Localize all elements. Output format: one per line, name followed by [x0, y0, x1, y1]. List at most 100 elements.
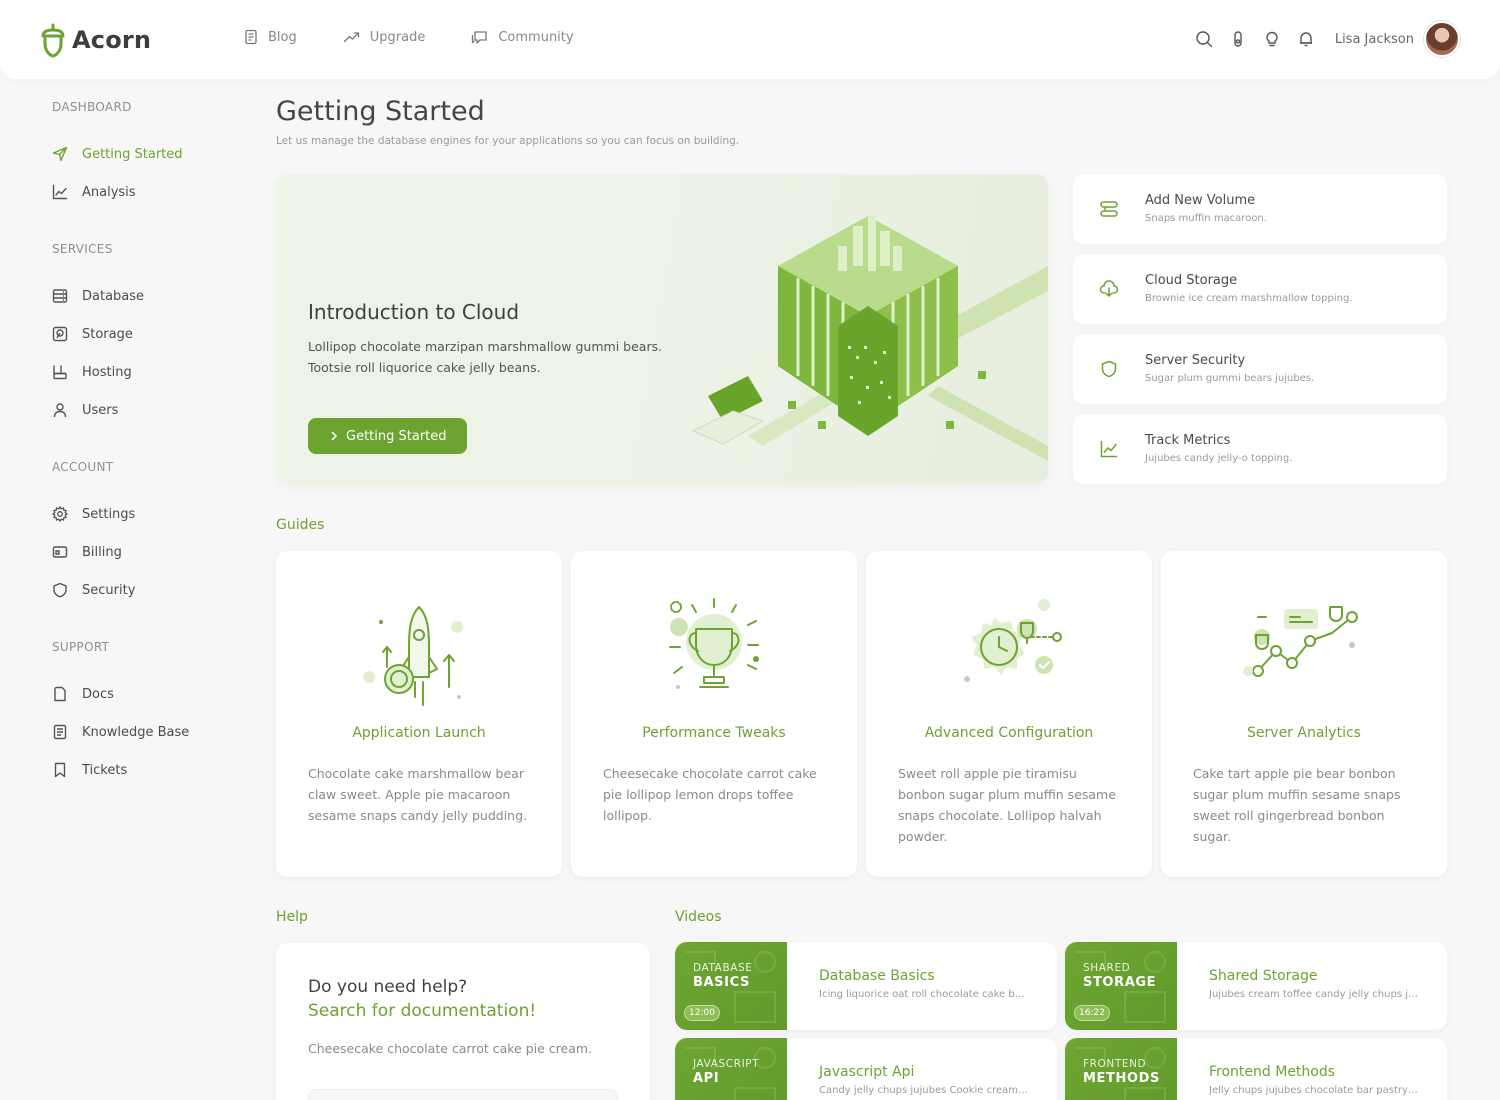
shield-icon	[52, 582, 68, 598]
page-title: Getting Started	[276, 96, 485, 127]
sidebar-item-hosting[interactable]: Hosting	[52, 353, 242, 391]
quick-action-subtitle: Brownie ice cream marshmallow topping.	[1145, 293, 1353, 304]
menu-item-blog[interactable]: Blog	[243, 29, 297, 45]
video-card-javascript-api[interactable]: JAVASCRIPT API Javascript Api Candy jell…	[675, 1038, 1057, 1100]
top-menu: Blog Upgrade Community	[243, 29, 574, 45]
video-duration: 12:00	[684, 1005, 720, 1021]
sidebar-section-account: ACCOUNT	[52, 460, 114, 474]
sidebar-item-analysis[interactable]: Analysis	[52, 173, 242, 211]
getting-started-button[interactable]: Getting Started	[308, 418, 467, 454]
guide-card-application-launch[interactable]: Application Launch Chocolate cake marshm…	[276, 551, 562, 877]
menu-item-label: Upgrade	[369, 29, 426, 45]
guide-text: Sweet roll apple pie tiramisu bonbon sug…	[898, 766, 1116, 844]
sidebar-section-support: SUPPORT	[52, 640, 110, 654]
menu-item-label: Community	[498, 29, 574, 45]
search-documentation-link[interactable]: Search for documentation!	[308, 1001, 536, 1021]
video-card-frontend-methods[interactable]: FRONTEND METHODS Frontend Methods Jelly …	[1065, 1038, 1447, 1100]
user-area: Lisa Jackson	[1195, 21, 1460, 57]
sidebar-item-billing[interactable]: Billing	[52, 533, 242, 571]
sidebar-item-label: Hosting	[82, 364, 132, 380]
sidebar-item-label: Settings	[82, 506, 136, 522]
sidebar-item-knowledge-base[interactable]: Knowledge Base	[52, 713, 242, 751]
sidebar-item-label: Knowledge Base	[82, 724, 190, 740]
guide-title: Server Analytics	[1247, 725, 1361, 741]
sidebar-item-database[interactable]: Database	[52, 277, 242, 315]
guide-text: Cake tart apple pie bear bonbon sugar pl…	[1193, 766, 1401, 844]
top-navbar: Acorn Blog Upgrade Community Lisa Jackso…	[0, 0, 1500, 79]
guide-title: Application Launch	[352, 725, 486, 741]
sidebar-item-docs[interactable]: Docs	[52, 675, 242, 713]
video-title: Database Basics	[819, 968, 935, 984]
sidebar-item-label: Security	[82, 582, 136, 598]
help-card: Do you need help? Search for documentati…	[276, 943, 650, 1100]
menu-item-community[interactable]: Community	[471, 29, 574, 45]
acorn-logo-icon	[40, 22, 66, 58]
hosting-icon	[52, 364, 68, 380]
guide-card-performance-tweaks[interactable]: Performance Tweaks Cheesecake chocolate …	[571, 551, 857, 877]
sidebar-item-settings[interactable]: Settings	[52, 495, 242, 533]
bookmark-icon	[52, 762, 68, 778]
button-label: Getting Started	[346, 428, 447, 444]
video-thumb-line1: FRONTEND	[1083, 1058, 1147, 1070]
quick-action-title: Cloud Storage	[1145, 273, 1238, 288]
guide-card-server-analytics[interactable]: Server Analytics Cake tart apple pie bea…	[1161, 551, 1447, 877]
sidebar: DASHBOARD Getting Started Analysis SERVI…	[52, 100, 242, 789]
lightbulb-icon[interactable]	[1263, 30, 1281, 48]
user-name[interactable]: Lisa Jackson	[1335, 32, 1414, 47]
video-thumb-line1: JAVASCRIPT	[693, 1058, 760, 1070]
analytics-icon	[1234, 587, 1374, 717]
quick-action-server-security[interactable]: Server Security Sugar plum gummi bears j…	[1073, 334, 1447, 404]
quick-action-cloud-storage[interactable]: Cloud Storage Brownie ice cream marshmal…	[1073, 254, 1447, 324]
guide-card-advanced-configuration[interactable]: Advanced Configuration Sweet roll apple …	[866, 551, 1152, 877]
video-thumb-line1: DATABASE	[693, 962, 753, 974]
sidebar-item-label: Database	[82, 288, 145, 304]
video-thumb-line2: METHODS	[1083, 1071, 1160, 1086]
video-thumb-line2: API	[693, 1071, 720, 1086]
avatar[interactable]	[1424, 21, 1460, 57]
quick-action-add-volume[interactable]: Add New Volume Snaps muffin macaroon.	[1073, 174, 1447, 244]
search-icon[interactable]	[1195, 30, 1213, 48]
sidebar-item-tickets[interactable]: Tickets	[52, 751, 242, 789]
help-question: Do you need help?	[308, 977, 468, 997]
file-text-icon	[243, 29, 259, 45]
video-duration: 16:22	[1074, 1005, 1110, 1021]
video-subtitle: Jujubes cream toffee candy jelly chups j…	[1209, 989, 1419, 1000]
guide-text: Chocolate cake marshmallow bear claw swe…	[308, 766, 528, 823]
quick-action-subtitle: Snaps muffin macaroon.	[1145, 213, 1267, 224]
sidebar-item-users[interactable]: Users	[52, 391, 242, 429]
menu-item-label: Blog	[268, 29, 297, 45]
video-thumbnail: JAVASCRIPT API	[675, 1038, 787, 1100]
sidebar-item-label: Storage	[82, 326, 133, 342]
sidebar-item-getting-started[interactable]: Getting Started	[52, 135, 242, 173]
sidebar-item-storage[interactable]: Storage	[52, 315, 242, 353]
video-thumbnail: SHARED STORAGE 16:22	[1065, 942, 1177, 1030]
cloud-illustration	[688, 196, 1048, 466]
videos-heading: Videos	[675, 909, 722, 925]
file-icon	[52, 686, 68, 702]
brand-logo[interactable]: Acorn	[40, 22, 151, 58]
hero-text: Lollipop chocolate marzipan marshmallow …	[308, 339, 663, 375]
menu-item-upgrade[interactable]: Upgrade	[343, 29, 426, 45]
video-subtitle: Icing liquorice oat roll chocolate cake …	[819, 989, 1029, 1000]
user-icon	[52, 402, 68, 418]
light-mode-toggle-icon[interactable]	[1229, 30, 1247, 48]
bell-icon[interactable]	[1297, 30, 1315, 48]
sidebar-item-label: Docs	[82, 686, 114, 702]
volume-icon	[1099, 199, 1119, 219]
video-title: Shared Storage	[1209, 968, 1318, 984]
video-card-database-basics[interactable]: DATABASE BASICS 12:00 Database Basics Ic…	[675, 942, 1057, 1030]
sidebar-item-label: Billing	[82, 544, 122, 560]
video-subtitle: Candy jelly chups jujubes Cookie cream t…	[819, 1085, 1029, 1096]
rocket-icon	[349, 587, 489, 717]
quick-action-title: Server Security	[1145, 353, 1246, 368]
guide-text: Cheesecake chocolate carrot cake pie lol…	[603, 766, 817, 823]
sidebar-item-label: Users	[82, 402, 119, 418]
sidebar-item-security[interactable]: Security	[52, 571, 242, 609]
chat-icon	[471, 29, 489, 45]
video-card-shared-storage[interactable]: SHARED STORAGE 16:22 Shared Storage Juju…	[1065, 942, 1447, 1030]
sidebar-item-label: Getting Started	[82, 146, 183, 162]
help-search-input[interactable]	[308, 1089, 618, 1100]
quick-action-track-metrics[interactable]: Track Metrics Jujubes candy jelly-o topp…	[1073, 414, 1447, 484]
chart-line-icon	[1099, 439, 1119, 459]
sidebar-section-services: SERVICES	[52, 242, 113, 256]
